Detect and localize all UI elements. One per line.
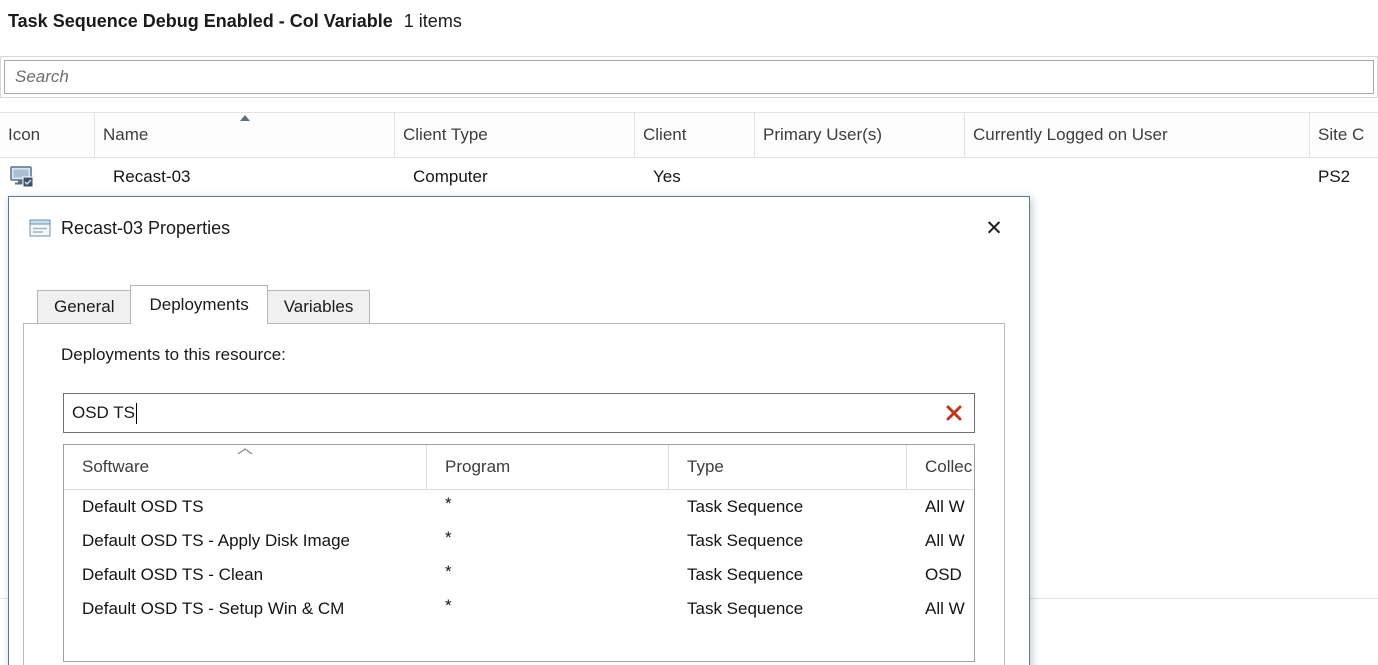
tab-deployments[interactable]: Deployments: [130, 285, 267, 324]
column-header-icon[interactable]: Icon: [0, 113, 95, 157]
deployment-software: Default OSD TS - Setup Win & CM: [64, 592, 427, 626]
tab-deployments-label: Deployments: [149, 295, 248, 315]
deployment-collection: OSD: [907, 558, 974, 592]
column-header-type[interactable]: Type: [669, 445, 907, 489]
deployments-filter-input[interactable]: OSD TS: [63, 393, 975, 433]
text-caret: [136, 403, 137, 424]
deployment-collection: All W: [907, 592, 974, 626]
deployments-label: Deployments to this resource:: [61, 345, 286, 365]
column-header-icon-label: Icon: [8, 125, 40, 145]
tab-general[interactable]: General: [37, 290, 131, 323]
deployment-type: Task Sequence: [669, 490, 907, 524]
deployment-software: Default OSD TS: [64, 490, 427, 524]
sort-ascending-icon: [240, 115, 250, 121]
column-header-program-label: Program: [445, 457, 510, 477]
device-icon-cell: [0, 158, 95, 196]
column-header-site-code-label: Site C: [1318, 125, 1364, 145]
deployment-type: Task Sequence: [669, 558, 907, 592]
dialog-titlebar[interactable]: Recast-03 Properties: [9, 197, 1029, 259]
properties-dialog: Recast-03 Properties ✕ General Deploymen…: [8, 196, 1030, 665]
device-client: Yes: [635, 158, 755, 196]
deployments-list: Software Program Type Collec Default OSD…: [63, 444, 975, 662]
column-header-software-label: Software: [82, 457, 149, 477]
column-header-software[interactable]: Software: [64, 445, 427, 489]
computer-icon: [10, 166, 34, 188]
dialog-tabs: General Deployments Variables: [37, 285, 369, 324]
deployment-collection: All W: [907, 490, 974, 524]
page-title-text: Task Sequence Debug Enabled - Col Variab…: [8, 11, 393, 31]
deployment-row[interactable]: Default OSD TS * Task Sequence All W: [64, 490, 974, 524]
column-header-name-label: Name: [103, 125, 148, 145]
filter-text: OSD TS: [72, 403, 135, 423]
dialog-title: Recast-03 Properties: [61, 218, 230, 239]
deployment-type: Task Sequence: [669, 592, 907, 626]
deployment-type: Task Sequence: [669, 524, 907, 558]
column-header-client[interactable]: Client: [635, 113, 755, 157]
column-header-collection-label: Collec: [925, 457, 972, 477]
tab-variables[interactable]: Variables: [267, 290, 371, 323]
deployment-program: *: [427, 558, 669, 592]
tab-general-label: General: [54, 297, 114, 317]
deployment-software: Default OSD TS - Apply Disk Image: [64, 524, 427, 558]
device-client-type: Computer: [395, 158, 635, 196]
device-list-header: Icon Name Client Type Client Primary Use…: [0, 112, 1378, 158]
device-primary-users: [755, 158, 965, 196]
column-header-collection[interactable]: Collec: [907, 445, 974, 489]
deployment-row[interactable]: Default OSD TS - Setup Win & CM * Task S…: [64, 592, 974, 626]
column-header-client-type[interactable]: Client Type: [395, 113, 635, 157]
properties-window-icon: [29, 219, 51, 237]
deployment-collection: All W: [907, 524, 974, 558]
clear-filter-icon[interactable]: [944, 403, 964, 423]
column-header-logged-on-user[interactable]: Currently Logged on User: [965, 113, 1310, 157]
search-input[interactable]: [4, 60, 1374, 94]
sort-ascending-chevron-icon: [237, 448, 253, 455]
deployments-list-header: Software Program Type Collec: [64, 445, 974, 490]
deployment-program: *: [427, 592, 669, 626]
deployment-row[interactable]: Default OSD TS - Clean * Task Sequence O…: [64, 558, 974, 592]
device-logged-on-user: [965, 158, 1310, 196]
device-name: Recast-03: [95, 158, 395, 196]
deployment-software: Default OSD TS - Clean: [64, 558, 427, 592]
item-count: 1 items: [404, 11, 462, 31]
column-header-name[interactable]: Name: [95, 113, 395, 157]
column-header-primary-users-label: Primary User(s): [763, 125, 882, 145]
close-icon[interactable]: ✕: [979, 213, 1009, 243]
deployment-row[interactable]: Default OSD TS - Apply Disk Image * Task…: [64, 524, 974, 558]
column-header-client-type-label: Client Type: [403, 125, 488, 145]
column-header-logged-on-user-label: Currently Logged on User: [973, 125, 1168, 145]
tab-variables-label: Variables: [284, 297, 354, 317]
column-header-site-code[interactable]: Site C: [1310, 113, 1378, 157]
deployment-program: *: [427, 524, 669, 558]
column-header-program[interactable]: Program: [427, 445, 669, 489]
device-row[interactable]: Recast-03 Computer Yes PS2: [0, 158, 1378, 196]
deployment-program: *: [427, 490, 669, 524]
search-bar: [0, 56, 1378, 98]
column-header-type-label: Type: [687, 457, 724, 477]
column-header-primary-users[interactable]: Primary User(s): [755, 113, 965, 157]
device-site-code: PS2: [1310, 158, 1378, 196]
page-title: Task Sequence Debug Enabled - Col Variab…: [8, 11, 462, 32]
column-header-client-label: Client: [643, 125, 686, 145]
